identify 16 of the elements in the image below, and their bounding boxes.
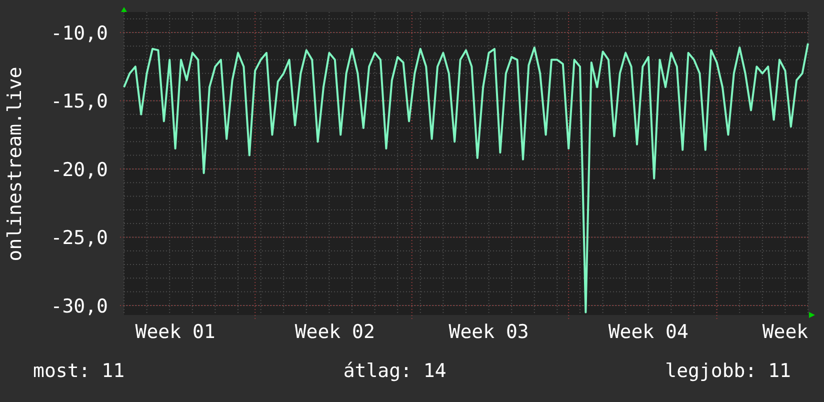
axis-arrow-icon (121, 7, 127, 12)
axis-label: -20,0 (50, 158, 108, 181)
axis-label: -15,0 (50, 90, 108, 113)
axis-label: Week 03 (448, 321, 529, 343)
stat-label: átlag: 14 (343, 360, 446, 382)
stat-label: legjobb: 11 (665, 360, 791, 382)
axis-label: Week (762, 321, 808, 343)
axis-label: -10,0 (50, 22, 108, 44)
axis-label: Week 04 (608, 321, 688, 343)
axis-label: -30,0 (50, 295, 108, 318)
stat-label: most: 11 (33, 360, 125, 382)
axis-label: -25,0 (50, 227, 108, 250)
axis-label: Week 01 (135, 321, 216, 343)
axis-title: onlinestream.live (4, 66, 26, 262)
axis-arrow-icon (809, 312, 815, 318)
axis-label: Week 02 (294, 321, 375, 343)
